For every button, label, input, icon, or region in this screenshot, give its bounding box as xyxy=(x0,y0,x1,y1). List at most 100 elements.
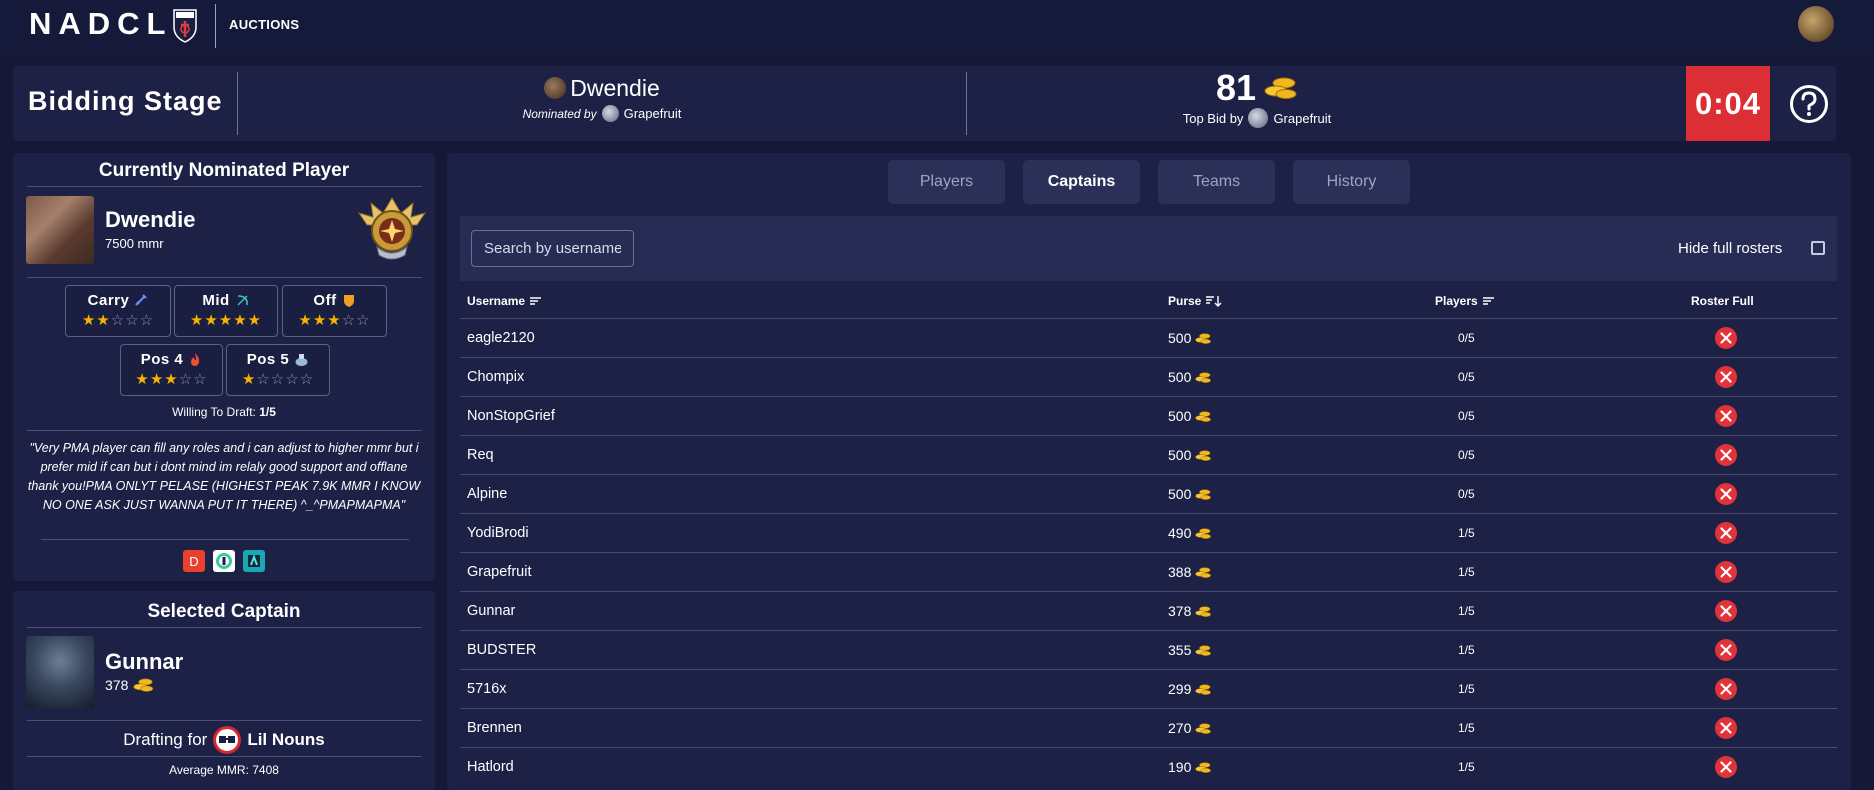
table-row[interactable]: Grapefruit 388 1/5 xyxy=(460,552,1837,592)
table-row[interactable]: NonStopGrief 500 0/5 xyxy=(460,396,1837,436)
table-row[interactable]: BUDSTER 355 1/5 xyxy=(460,630,1837,670)
captain-purse-cell: 355 xyxy=(1168,642,1212,658)
star-empty-icon: ☆ xyxy=(139,312,155,329)
nominated-player-mmr: 7500 mmr xyxy=(105,236,164,251)
captain-purse-cell: 500 xyxy=(1168,408,1212,424)
captain-players-count: 0/5 xyxy=(1458,409,1475,423)
table-row[interactable]: Alpine 500 0/5 xyxy=(460,474,1837,514)
captain-purse-cell: 378 xyxy=(1168,603,1212,619)
captain-username: Brennen xyxy=(467,720,522,736)
divider xyxy=(27,720,422,721)
table-row[interactable]: eagle2120 500 0/5 xyxy=(460,318,1837,358)
captain-purse-cell: 500 xyxy=(1168,369,1212,385)
profile-links: D xyxy=(183,550,265,572)
table-row[interactable]: Hatlord 190 1/5 xyxy=(460,747,1837,787)
star-empty-icon: ☆ xyxy=(285,371,300,388)
captain-players-count: 1/5 xyxy=(1458,565,1475,579)
captain-purse-cell: 500 xyxy=(1168,486,1212,502)
gold-coins-icon xyxy=(1195,449,1212,461)
role-off: Off ★★★☆☆ xyxy=(282,285,387,337)
user-avatar[interactable] xyxy=(1798,6,1834,42)
role-pos4: Pos 4 ★★★☆☆ xyxy=(120,344,223,396)
table-row[interactable]: Brennen 270 1/5 xyxy=(460,708,1837,748)
gold-coins-icon xyxy=(1195,722,1212,734)
divider xyxy=(27,186,422,187)
nominated-player-portrait xyxy=(26,196,94,264)
star-rating: ★☆☆☆☆ xyxy=(227,370,329,388)
roster-not-full-icon xyxy=(1715,600,1737,622)
gold-coins-icon xyxy=(1195,683,1212,695)
tab-captains[interactable]: Captains xyxy=(1023,160,1140,204)
team-logo-icon xyxy=(213,726,242,754)
team-average-mmr: Average MMR: 7408 xyxy=(169,763,279,777)
captain-purse-cell: 490 xyxy=(1168,525,1212,541)
gold-coins-icon xyxy=(1195,332,1212,344)
nominator-avatar xyxy=(601,105,619,122)
column-header-username[interactable]: Username xyxy=(467,294,542,308)
gold-coins-icon xyxy=(1264,77,1297,99)
captain-players-count: 0/5 xyxy=(1458,370,1475,384)
roster-not-full-icon xyxy=(1715,366,1737,388)
roster-not-full-icon xyxy=(1715,561,1737,583)
star-filled-icon: ★ xyxy=(149,371,165,388)
captain-username: Hatlord xyxy=(467,759,514,775)
help-icon[interactable] xyxy=(1789,84,1829,124)
star-empty-icon: ☆ xyxy=(256,371,271,388)
captain-username: NonStopGrief xyxy=(467,408,555,424)
sort-icon xyxy=(530,297,542,305)
table-row[interactable]: Req 500 0/5 xyxy=(460,435,1837,475)
captain-purse: 378 xyxy=(105,677,155,693)
star-filled-icon: ★ xyxy=(298,312,313,329)
hide-full-rosters-checkbox[interactable] xyxy=(1811,241,1825,255)
captain-players-count: 0/5 xyxy=(1458,448,1475,462)
sort-descending-icon xyxy=(1206,296,1222,307)
captain-username: 5716x xyxy=(467,681,507,697)
tab-history[interactable]: History xyxy=(1293,160,1410,204)
dotabuff-icon[interactable]: D xyxy=(183,550,205,572)
gold-coins-icon xyxy=(1195,410,1212,422)
column-header-players[interactable]: Players xyxy=(1435,294,1495,308)
stratz-icon[interactable] xyxy=(243,550,265,572)
brand-logo-text[interactable]: NADCL xyxy=(29,6,173,42)
top-bid-by-name: Grapefruit xyxy=(1273,110,1332,126)
roster-not-full-icon xyxy=(1715,444,1737,466)
nav-auctions-link[interactable]: AUCTIONS xyxy=(229,17,299,32)
column-header-purse[interactable]: Purse xyxy=(1168,294,1223,308)
opendota-icon[interactable] xyxy=(213,550,235,572)
stage-title: Bidding Stage xyxy=(28,86,223,116)
captain-players-count: 1/5 xyxy=(1458,604,1475,618)
captain-username: BUDSTER xyxy=(467,642,537,658)
hide-full-rosters-label: Hide full rosters xyxy=(1678,240,1783,257)
roster-not-full-icon xyxy=(1715,678,1737,700)
captain-purse-cell: 500 xyxy=(1168,447,1212,463)
tab-teams[interactable]: Teams xyxy=(1158,160,1275,204)
bow-icon xyxy=(237,294,248,305)
roster-not-full-icon xyxy=(1715,717,1737,739)
selected-captain-card: Selected Captain Gunnar 378 Drafting for… xyxy=(13,591,435,790)
gold-coins-icon xyxy=(1195,566,1212,578)
captain-purse-cell: 270 xyxy=(1168,720,1212,736)
captain-players-count: 1/5 xyxy=(1458,526,1475,540)
countdown-timer: 0:04 xyxy=(1686,66,1770,141)
role-carry: Carry ★★☆☆☆ xyxy=(65,285,171,337)
captain-username: Grapefruit xyxy=(467,564,532,580)
column-header-roster-full: Roster Full xyxy=(1691,294,1754,308)
roster-not-full-icon xyxy=(1715,483,1737,505)
tab-players[interactable]: Players xyxy=(888,160,1005,204)
table-row[interactable]: Gunnar 378 1/5 xyxy=(460,591,1837,631)
roster-not-full-icon xyxy=(1715,405,1737,427)
star-filled-icon: ★ xyxy=(247,312,263,329)
table-row[interactable]: 5716x 299 1/5 xyxy=(460,669,1837,709)
captain-username: eagle2120 xyxy=(467,330,535,346)
star-filled-icon: ★ xyxy=(96,312,111,329)
roster-not-full-icon xyxy=(1715,327,1737,349)
star-empty-icon: ☆ xyxy=(125,312,140,329)
bidding-stage-bar: Bidding Stage Dwendie Nominated by Grape… xyxy=(13,66,1836,141)
immortal-rank-medal-icon xyxy=(357,197,427,260)
gold-coins-icon xyxy=(133,678,154,692)
search-input[interactable] xyxy=(471,230,634,267)
table-row[interactable]: YodiBrodi 490 1/5 xyxy=(460,513,1837,553)
sword-icon xyxy=(135,294,148,306)
table-row[interactable]: Chompix 500 0/5 xyxy=(460,357,1837,397)
sort-icon xyxy=(1482,297,1494,305)
